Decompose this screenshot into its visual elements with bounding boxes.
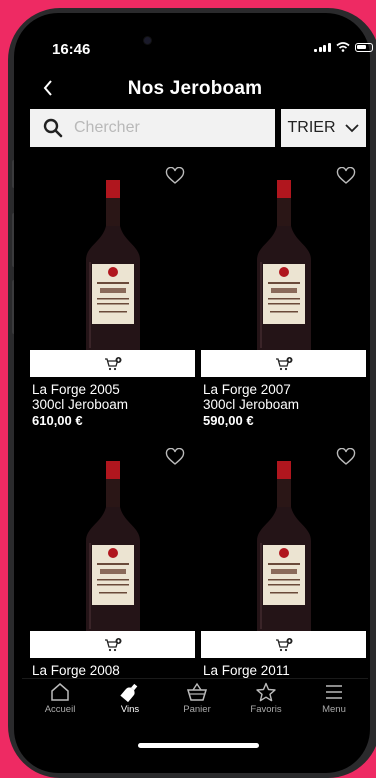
sort-button[interactable]: TRIER xyxy=(281,109,366,147)
cart-add-icon xyxy=(104,356,121,370)
tab-accueil[interactable]: Accueil xyxy=(30,682,90,715)
wifi-icon xyxy=(335,42,350,52)
tab-label: Favoris xyxy=(250,704,282,715)
product-grid: La Forge 2005 300cl Jeroboam 610,00 € La… xyxy=(30,160,366,678)
tab-label: Panier xyxy=(183,704,211,715)
menu-icon xyxy=(326,685,342,699)
status-time: 16:46 xyxy=(52,41,91,58)
cart-add-icon xyxy=(275,356,292,370)
wine-bottle-image xyxy=(257,180,311,355)
product-size: 300cl Jeroboam xyxy=(32,397,129,412)
tab-label: Vins xyxy=(120,704,140,715)
tab-label: Menu xyxy=(322,704,346,715)
product-name: La Forge 2008 xyxy=(32,663,120,678)
tab-panier[interactable]: Panier xyxy=(167,682,227,715)
add-to-cart-button[interactable] xyxy=(201,631,366,658)
search-input[interactable] xyxy=(72,118,266,138)
heart-icon[interactable] xyxy=(165,167,185,185)
cart-add-icon xyxy=(275,637,292,651)
front-camera xyxy=(144,37,151,44)
search-bar[interactable] xyxy=(30,109,275,147)
product-price: 590,00 € xyxy=(203,413,254,428)
chevron-down-icon xyxy=(344,124,359,133)
tab-favoris[interactable]: Favoris xyxy=(236,682,296,715)
product-card[interactable]: La Forge 2008 xyxy=(30,441,195,678)
tab-menu[interactable]: Menu xyxy=(304,682,364,715)
wine-bottle-image xyxy=(86,461,140,636)
product-size: 300cl Jeroboam xyxy=(203,397,300,412)
product-name: La Forge 2011 xyxy=(203,663,290,678)
heart-icon[interactable] xyxy=(336,167,356,185)
signal-icon xyxy=(314,43,331,52)
heart-icon[interactable] xyxy=(165,448,185,466)
product-card[interactable]: La Forge 2011 xyxy=(201,441,366,678)
product-price: 610,00 € xyxy=(32,413,83,428)
tab-vins[interactable]: Vins xyxy=(100,682,160,715)
page-header: Nos Jeroboam xyxy=(22,75,368,105)
tab-label: Accueil xyxy=(44,704,76,715)
search-icon xyxy=(43,118,63,138)
wine-bottle-image xyxy=(257,461,311,636)
cart-add-icon xyxy=(104,637,121,651)
battery-icon xyxy=(354,43,373,52)
sort-label: TRIER xyxy=(287,119,336,136)
home-indicator[interactable] xyxy=(138,743,259,748)
product-name: La Forge 2005 xyxy=(32,382,120,397)
status-icons xyxy=(314,42,373,52)
home-icon xyxy=(51,683,69,701)
bottom-tab-bar: Accueil Vins Panier Favoris Menu xyxy=(22,678,368,724)
add-to-cart-button[interactable] xyxy=(201,350,366,377)
page-title: Nos Jeroboam xyxy=(127,78,263,99)
product-card[interactable]: La Forge 2005 300cl Jeroboam 610,00 € xyxy=(30,160,195,440)
wine-bottle-image xyxy=(86,180,140,355)
add-to-cart-button[interactable] xyxy=(30,631,195,658)
add-to-cart-button[interactable] xyxy=(30,350,195,377)
basket-icon xyxy=(186,682,208,701)
product-card[interactable]: La Forge 2007 300cl Jeroboam 590,00 € xyxy=(201,160,366,440)
star-icon xyxy=(256,682,276,702)
heart-icon[interactable] xyxy=(336,448,356,466)
wine-bottle-icon xyxy=(120,683,138,702)
product-name: La Forge 2007 xyxy=(203,382,291,397)
